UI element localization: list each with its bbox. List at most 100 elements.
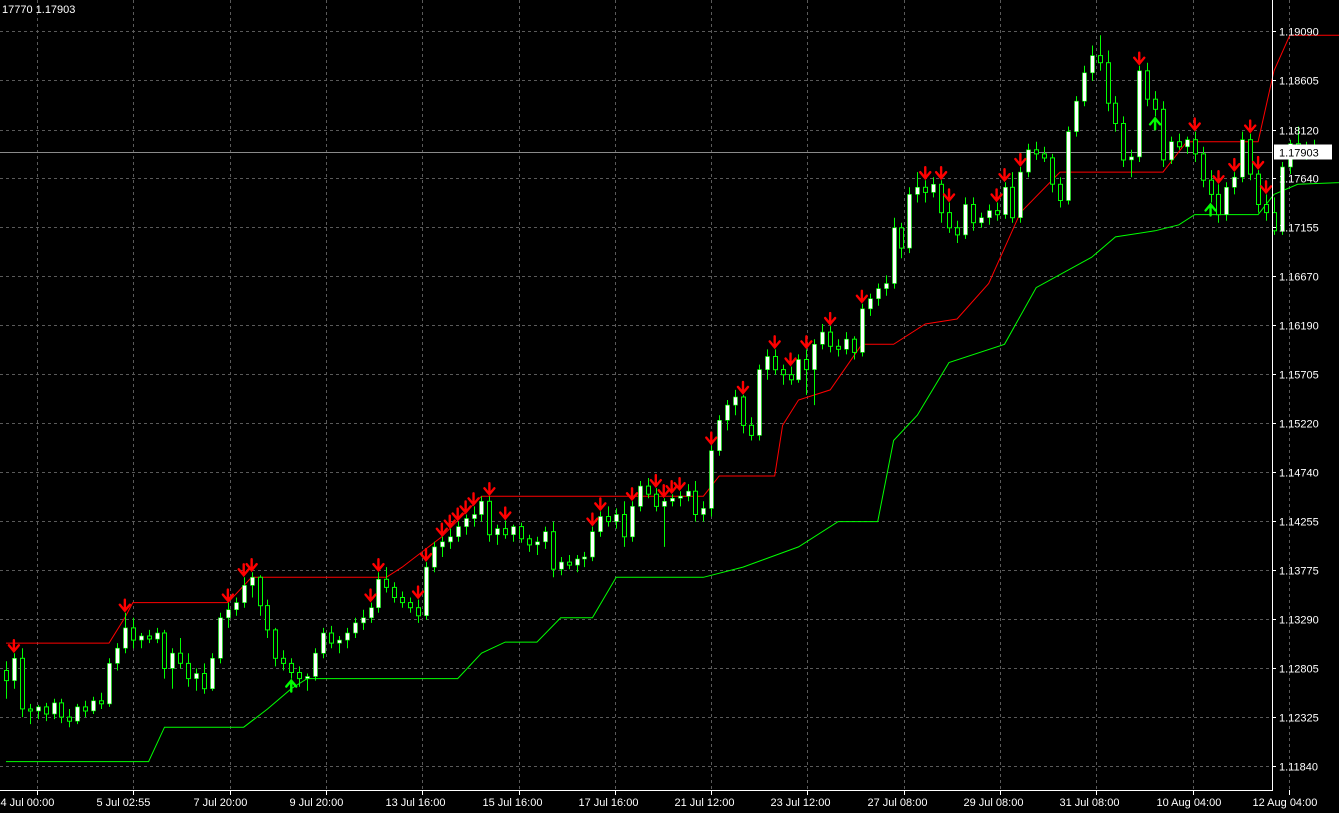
x-tick-label: 23 Jul 12:00 — [771, 797, 831, 809]
candle-body-bear — [955, 227, 960, 236]
candle-body-bull — [678, 495, 683, 499]
candle-body-bull — [1232, 176, 1237, 188]
candle-body-bull — [376, 578, 381, 608]
candle-body-bull — [194, 673, 199, 679]
candle-body-bull — [582, 556, 587, 560]
price-chart[interactable]: 1.19090 1.18605 1.18120 1.17640 1.17155 1.166… — [0, 0, 1339, 813]
candle — [1137, 65, 1142, 162]
candle — [107, 658, 112, 707]
candle-body-bull — [892, 227, 897, 284]
candle-body-bear — [923, 186, 928, 193]
candle-body-bear — [4, 670, 9, 682]
y-tick-label: 1.18605 — [1279, 76, 1319, 88]
y-tick-label: 1.16670 — [1279, 272, 1319, 284]
candle — [20, 648, 25, 718]
x-tick-label: 15 Jul 16:00 — [483, 797, 543, 809]
candle — [1003, 182, 1008, 219]
candle-body-bear — [1256, 173, 1261, 206]
candle-body-bear — [20, 657, 25, 710]
candle-body-bear — [258, 576, 263, 607]
candle-body-bull — [915, 187, 920, 195]
candle — [709, 445, 714, 517]
candle-body-bull — [884, 283, 889, 289]
candle-body-bull — [115, 647, 120, 664]
y-tick-label: 1.12325 — [1279, 713, 1319, 725]
candle-body-bear — [67, 716, 72, 722]
candle-body-bull — [598, 516, 603, 532]
candle-body-bear — [781, 369, 786, 376]
candle-body-bear — [1145, 70, 1150, 100]
candle-body-bear — [646, 485, 651, 495]
x-tick-label: 31 Jul 08:00 — [1060, 797, 1120, 809]
candle-body-bull — [709, 450, 714, 509]
candle-body-bull — [321, 632, 326, 654]
candle-body-bear — [147, 635, 152, 640]
current-price-label: 1.17903 — [1274, 144, 1332, 160]
candle — [1066, 126, 1071, 205]
y-tick-label: 1.16190 — [1279, 321, 1319, 333]
candle-body-bear — [741, 396, 746, 426]
candle — [860, 303, 865, 357]
candle-body-bull — [226, 609, 231, 619]
candle-body-bear — [281, 657, 286, 664]
candle-body-bull — [907, 194, 912, 249]
candle-body-bull — [963, 204, 968, 236]
candle-body-bear — [297, 672, 302, 680]
candle-body-bear — [995, 210, 1000, 216]
candle-body-bear — [1177, 141, 1182, 148]
y-tick-label: 1.18120 — [1279, 126, 1319, 138]
candle-body-bull — [876, 288, 881, 300]
candle-body-bull — [511, 526, 516, 535]
candle-body-bear — [186, 662, 191, 680]
candle-body-bear — [329, 632, 334, 644]
candle-body-bull — [686, 490, 691, 497]
candle-body-bull — [479, 500, 484, 515]
candle-body-bear — [773, 356, 778, 371]
candle-body-bull — [52, 702, 57, 715]
candle-body-bear — [1161, 108, 1166, 161]
candle-body-bull — [614, 514, 619, 522]
y-tick-label: 1.17640 — [1279, 174, 1319, 186]
candle-body-bull — [1185, 139, 1190, 148]
candle — [210, 653, 215, 691]
candle — [630, 501, 635, 542]
candle-body-bull — [1066, 131, 1071, 201]
candle-body-bear — [1034, 149, 1039, 155]
y-tick-label: 1.19090 — [1279, 27, 1319, 39]
candle-body-bull — [210, 657, 215, 689]
candle-body-bear — [289, 662, 294, 674]
x-tick-label: 10 Aug 04:00 — [1157, 797, 1222, 809]
candle-body-bear — [852, 338, 857, 353]
candle-body-bull — [1090, 55, 1095, 74]
candle-body-bear — [384, 578, 389, 588]
candle-body-bear — [1042, 153, 1047, 159]
y-tick-label: 1.14255 — [1279, 517, 1319, 529]
candle-body-bull — [987, 210, 992, 219]
candle-body-bull — [662, 500, 667, 507]
y-tick-label: 1.14740 — [1279, 468, 1319, 480]
candle-body-bear — [828, 331, 833, 347]
candle-body-bull — [424, 566, 429, 616]
candle-body-bear — [1272, 212, 1277, 232]
candle-body-bull — [1003, 187, 1008, 215]
candle-body-bear — [1201, 153, 1206, 181]
candle-body-bear — [804, 359, 809, 371]
candle-body-bear — [622, 514, 627, 538]
candle-body-bull — [250, 576, 255, 586]
candle-body-bull — [91, 700, 96, 712]
candle-body-bear — [400, 597, 405, 604]
candle — [1248, 133, 1253, 181]
candle-body-bear — [789, 374, 794, 381]
candle-body-bear — [1216, 193, 1221, 216]
candle-body-bull — [860, 308, 865, 353]
candle — [717, 415, 722, 456]
candle-body-bull — [313, 652, 318, 677]
candle-body-bull — [559, 561, 564, 570]
candle-body-bull — [979, 217, 984, 224]
candle-body-bull — [638, 485, 643, 507]
candle-body-bull — [448, 536, 453, 543]
chart-window[interactable]: 1.19090 1.18605 1.18120 1.17640 1.17155 1.166… — [0, 0, 1339, 813]
candle — [590, 526, 595, 562]
candle-body-bear — [59, 702, 64, 718]
x-tick-label: 27 Jul 08:00 — [868, 797, 928, 809]
